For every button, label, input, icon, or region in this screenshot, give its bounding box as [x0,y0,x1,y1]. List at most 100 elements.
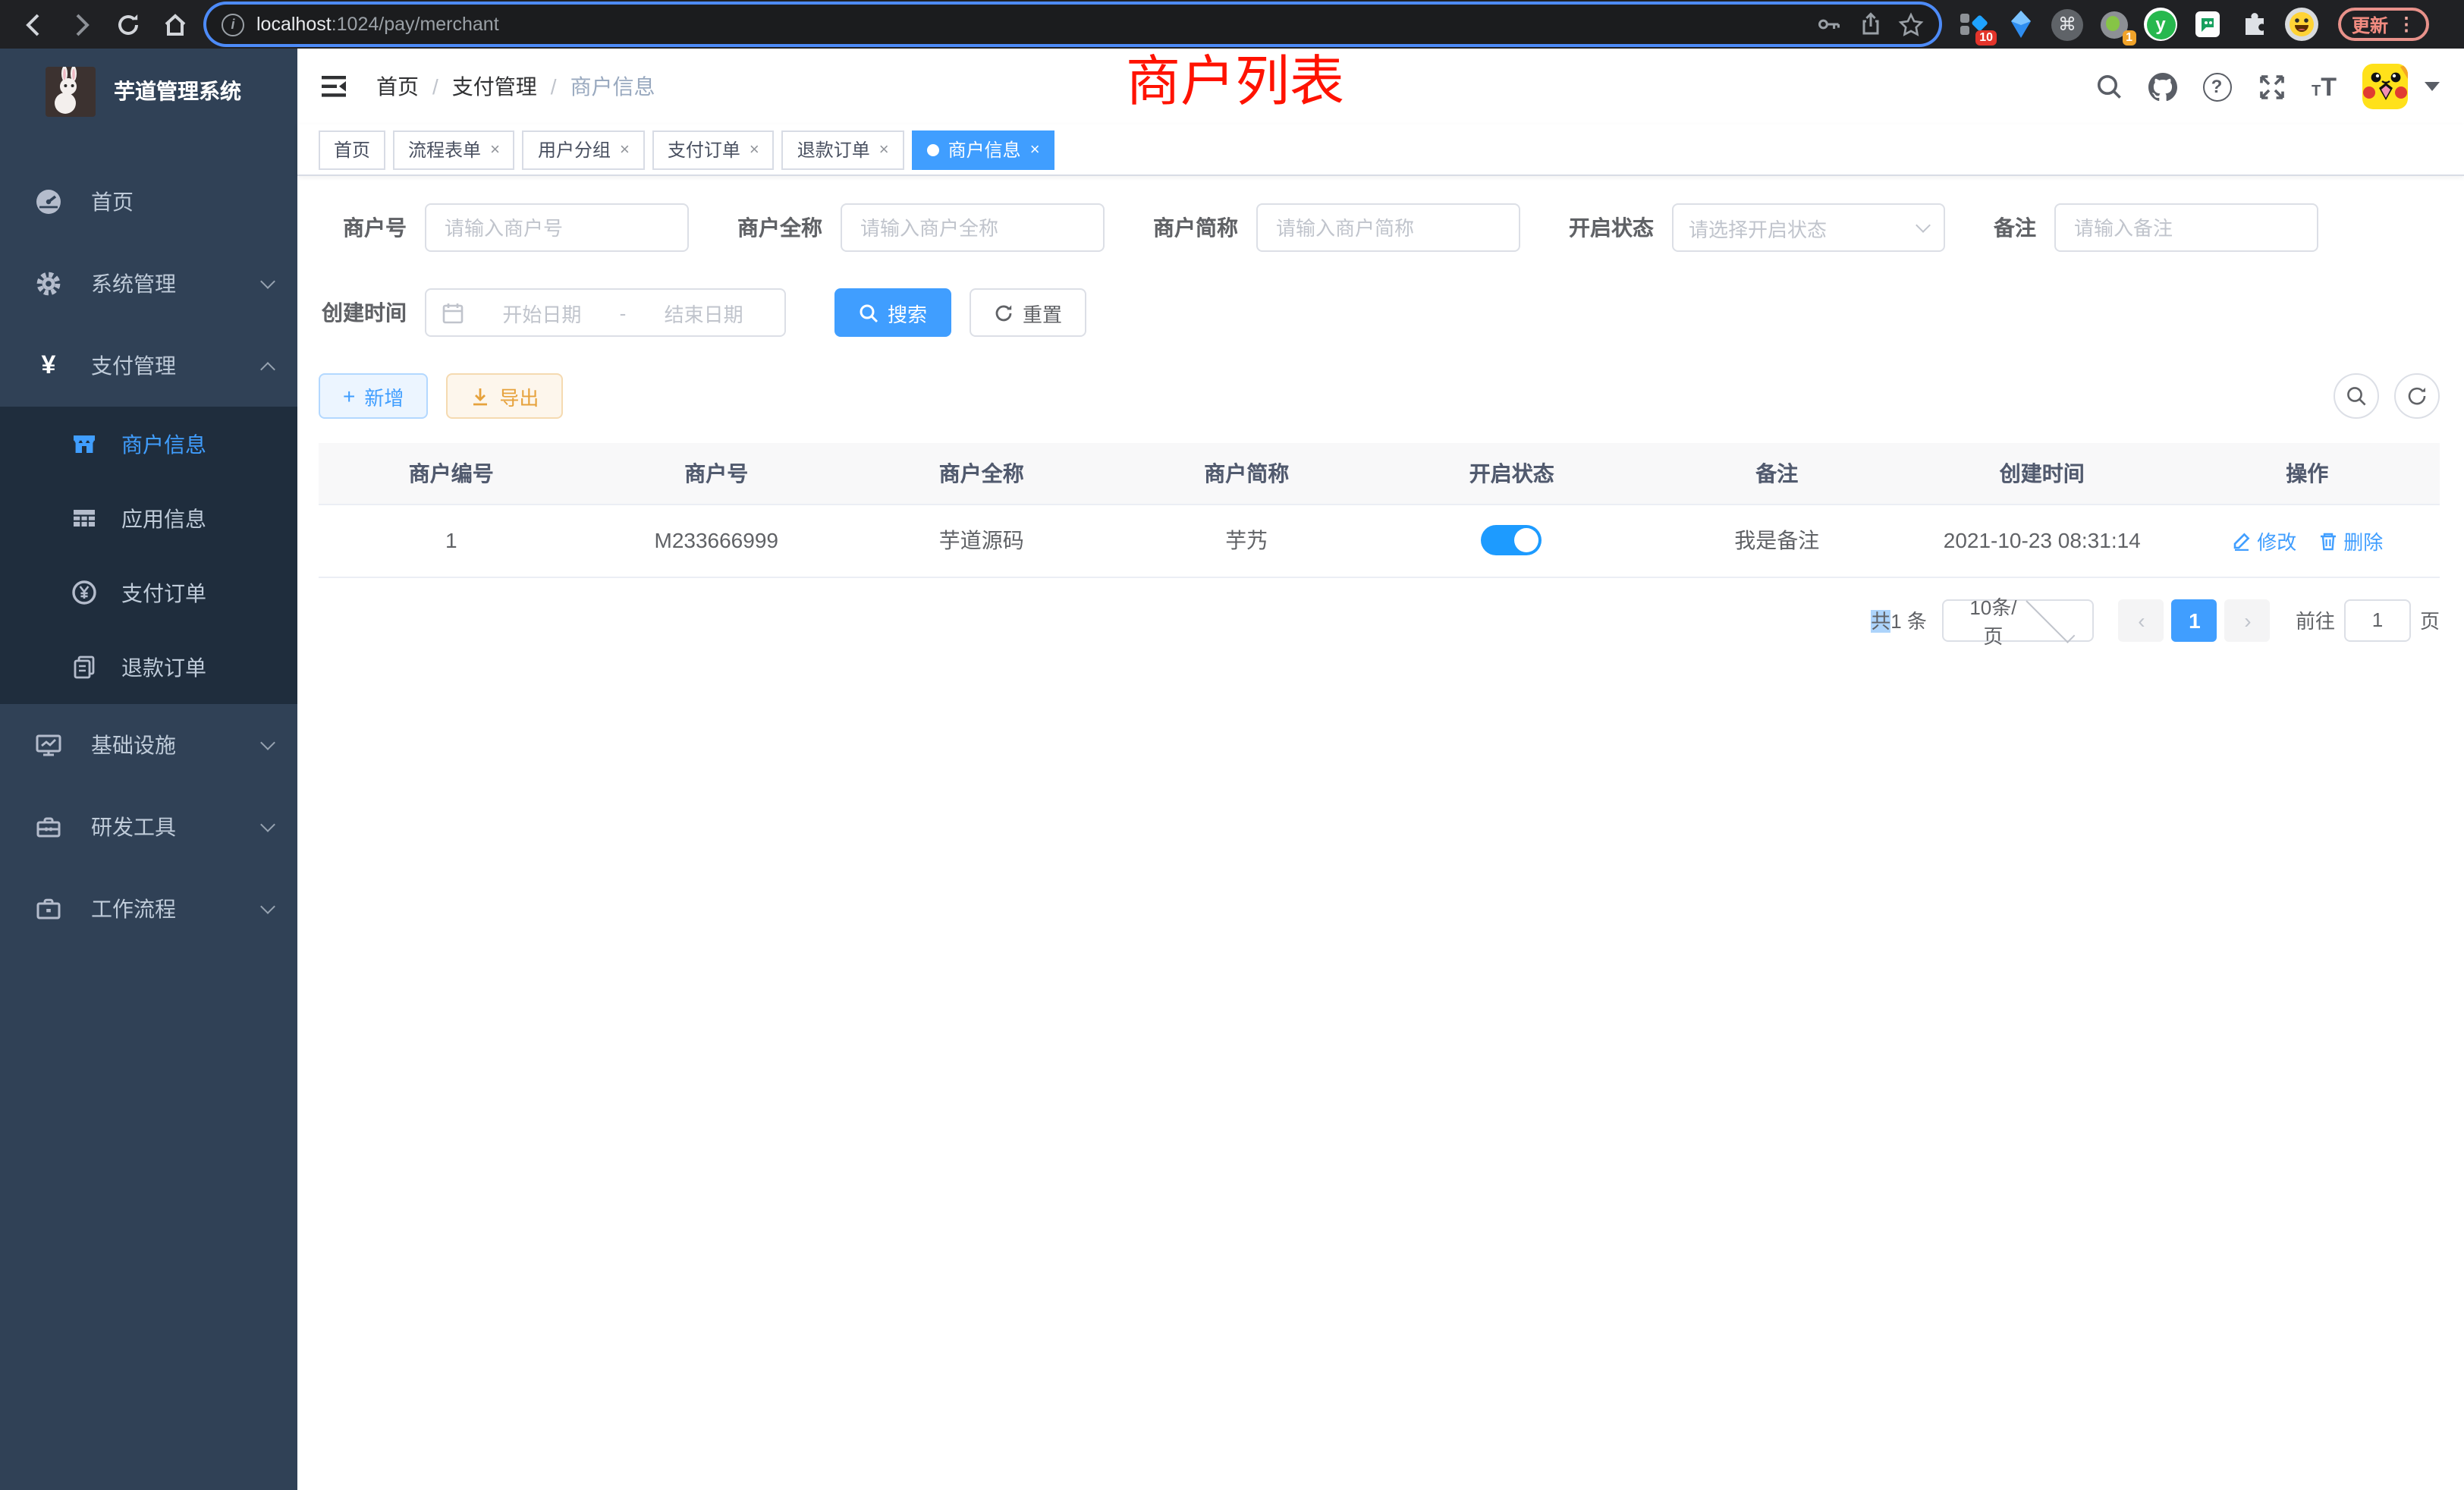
search-icon[interactable] [2095,73,2122,100]
col-status: 开启状态 [1379,443,1645,504]
export-button[interactable]: 导出 [446,373,563,419]
cell-short-name: 芋艿 [1114,504,1380,577]
tab-process-form[interactable]: 流程表单× [393,130,515,169]
next-page-button[interactable]: › [2225,599,2271,641]
briefcase-icon [30,895,67,923]
goto-label: 前往 [2296,605,2335,634]
col-create-time: 创建时间 [1909,443,2175,504]
github-icon[interactable] [2148,72,2176,101]
status-select[interactable]: 请选择开启状态 [1672,203,1945,252]
filter-row-1: 商户号 商户全称 商户简称 开启状态 请选择开启状态 [319,203,2440,252]
cell-remark: 我是备注 [1645,504,1910,577]
search-button[interactable]: 搜索 [834,288,951,337]
vault-extension-icon[interactable]: 10 [1957,8,1991,41]
prev-page-button[interactable]: ‹ [2119,599,2164,641]
logo-rabbit-image [46,66,96,116]
sidebar-collapse-icon[interactable] [319,73,349,100]
sidebar-item-dev-tools[interactable]: 研发工具 [0,786,297,868]
url-host: localhost [256,14,332,35]
sidebar-item-infrastructure[interactable]: 基础设施 [0,704,297,786]
url-bar[interactable]: i localhost :1024/pay/merchant [206,5,1939,44]
search-icon [859,303,878,322]
close-icon[interactable]: × [879,140,889,159]
sidebar-item-workflow[interactable]: 工作流程 [0,868,297,950]
breadcrumb-payment[interactable]: 支付管理 [452,71,537,102]
full-name-label: 商户全称 [737,212,822,243]
refresh-table-button[interactable] [2394,373,2440,419]
edit-link[interactable]: 修改 [2231,526,2296,555]
sidebar-item-merchant-info[interactable]: 商户信息 [0,407,297,481]
shortcut-extension-icon[interactable]: ⌘ [2051,8,2083,40]
col-merchant-no: 商户号 [584,443,850,504]
font-size-icon[interactable]: TT [2312,74,2337,99]
page-size-select[interactable]: 10条/页 [1942,599,2094,641]
date-range-input[interactable]: 开始日期 - 结束日期 [425,288,786,337]
goto-page-input[interactable] [2344,599,2411,641]
sidebar-item-payment[interactable]: ¥ 支付管理 [0,325,297,407]
add-button[interactable]: + 新增 [319,373,428,419]
avatar-dropdown-caret[interactable] [2425,82,2440,91]
date-start-placeholder[interactable]: 开始日期 [476,298,608,327]
extension-badge: 1 [2122,30,2136,46]
tab-user-group[interactable]: 用户分组× [523,130,645,169]
col-remark: 备注 [1645,443,1910,504]
forward-icon[interactable] [68,11,94,37]
browser-update-button[interactable]: 更新 ⋮ [2338,8,2429,41]
close-icon[interactable]: × [750,140,759,159]
bookmark-star-icon[interactable] [1898,11,1924,37]
close-icon[interactable]: × [1030,140,1040,159]
logo-row: 芋道管理系统 [0,49,297,134]
delete-link[interactable]: 删除 [2318,526,2383,555]
navbar-actions: ? TT [2095,64,2440,109]
dashboard-icon [30,188,67,215]
help-icon[interactable]: ? [2202,72,2231,101]
profile-avatar-icon[interactable] [2285,8,2318,41]
share-icon[interactable] [1857,11,1883,37]
cell-status [1379,504,1645,577]
toggle-search-button[interactable] [2334,373,2379,419]
sidebar-item-pay-order[interactable]: 支付订单 [0,555,297,630]
table-header-row: 商户编号 商户号 商户全称 商户简称 开启状态 备注 创建时间 操作 [319,443,2440,504]
pagination: 共1 条 10条/页 ‹ 1 › 前往 页 [319,599,2440,641]
toolbar-row: + 新增 导出 [319,373,2440,419]
page-1-button[interactable]: 1 [2172,599,2217,641]
payment-submenu: 商户信息 应用信息 支付订单 [0,407,297,704]
puzzle-extensions-icon[interactable] [2238,8,2271,41]
tab-home[interactable]: 首页 [319,130,385,169]
full-name-input[interactable] [841,203,1105,252]
app-title: 芋道管理系统 [114,76,241,106]
gear-icon [30,270,67,297]
browser-menu-icon[interactable]: ⋮ [2397,14,2415,35]
remark-input[interactable] [2054,203,2318,252]
merchant-no-input[interactable] [425,203,689,252]
sidebar-item-system[interactable]: 系统管理 [0,243,297,325]
date-end-placeholder[interactable]: 结束日期 [638,298,769,327]
close-icon[interactable]: × [490,140,500,159]
balloon-extension-icon[interactable] [2004,8,2038,41]
user-avatar[interactable] [2362,64,2408,109]
site-info-icon[interactable]: i [222,13,244,36]
status-label: 开启状态 [1569,212,1654,243]
cell-merchant-id: 1 [319,504,584,577]
status-toggle[interactable] [1482,525,1542,555]
sidebar-item-refund-order[interactable]: 退款订单 [0,630,297,704]
fullscreen-icon[interactable] [2257,72,2286,101]
notes-extension-icon[interactable] [2191,8,2224,41]
sidebar-item-app-info[interactable]: 应用信息 [0,481,297,555]
session-extension-icon[interactable]: 1 [2097,8,2130,41]
back-icon[interactable] [21,11,47,37]
breadcrumb-home[interactable]: 首页 [376,71,419,102]
reload-icon[interactable] [115,11,141,37]
close-icon[interactable]: × [620,140,630,159]
sidebar-item-home[interactable]: 首页 [0,161,297,243]
tab-pay-order[interactable]: 支付订单× [652,130,775,169]
reset-button[interactable]: 重置 [970,288,1086,337]
tab-refund-order[interactable]: 退款订单× [782,130,904,169]
tab-merchant-info[interactable]: 商户信息× [912,130,1055,169]
home-icon[interactable] [162,11,188,37]
total-count: 共1 条 [1871,605,1927,634]
col-actions: 操作 [2175,443,2440,504]
password-key-icon[interactable] [1816,11,1842,37]
y-extension-icon[interactable]: y [2144,8,2177,41]
short-name-input[interactable] [1256,203,1520,252]
